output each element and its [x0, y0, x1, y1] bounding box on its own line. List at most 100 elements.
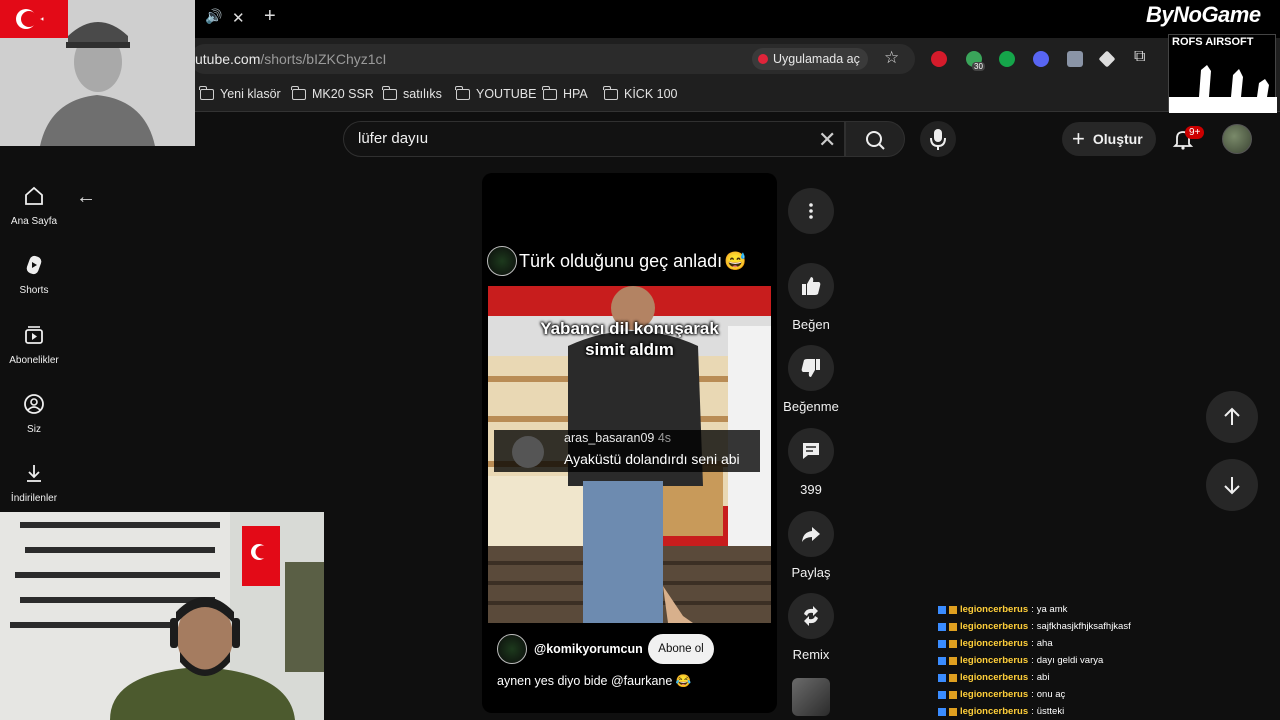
sidebar-item-home[interactable]: Ana Sayfa [0, 185, 68, 227]
dislike-button[interactable]: Beğenme [782, 345, 840, 414]
notification-badge: 9+ [1185, 126, 1205, 139]
chat-message: legioncerberus: onu aç [938, 689, 1065, 700]
search-icon [866, 131, 885, 150]
remix-button[interactable]: Remix [782, 593, 840, 662]
short-title: Türk olduğunu geç anladı [519, 250, 723, 271]
chat-message: legioncerberus: abi [938, 672, 1049, 683]
chat-message: legioncerberus: dayı geldi varya [938, 655, 1103, 666]
badge-icon [949, 622, 957, 631]
folder-icon [382, 85, 397, 100]
new-tab-button[interactable]: + [264, 5, 276, 28]
arrow-up-icon [1224, 407, 1240, 425]
badge-icon [938, 639, 946, 648]
shield-extension-icon[interactable] [1067, 51, 1083, 67]
comments-button[interactable]: 399 [782, 428, 840, 497]
voice-search-button[interactable] [920, 121, 956, 157]
share-icon [802, 527, 820, 542]
open-in-app-button[interactable]: Uygulamada aç [752, 48, 868, 70]
share-label: Paylaş [791, 565, 831, 580]
avatar[interactable] [1222, 124, 1252, 154]
comment-icon [803, 443, 819, 459]
dislike-label: Beğenme [783, 399, 839, 414]
bookmark-folder[interactable]: HPA [542, 85, 588, 101]
extension-red-icon[interactable] [931, 51, 947, 67]
sound-thumbnail[interactable] [792, 678, 830, 716]
turkish-flag-icon [0, 0, 68, 38]
youtube-app-icon [758, 54, 768, 64]
next-short-button[interactable] [1206, 459, 1258, 511]
discord-extension-icon[interactable] [1033, 51, 1049, 67]
badge-icon [938, 673, 946, 682]
folder-icon [291, 85, 306, 100]
extension-badge: 30 [972, 62, 985, 71]
shorts-icon [26, 255, 42, 275]
sponsor-logo-text: ROFS AIRSOFT [1172, 36, 1254, 48]
video-caption: Yabancı dil konuşarak simit aldım [488, 318, 771, 360]
chat-message: legioncerberus: aha [938, 638, 1053, 649]
sidebar-item-you[interactable]: Siz [0, 393, 68, 435]
badge-icon [949, 605, 957, 614]
sidebar-item-downloads[interactable]: İndirilenler [0, 462, 68, 504]
sidebar-item-label: Siz [27, 424, 41, 435]
bookmark-folder[interactable]: YOUTUBE [455, 85, 536, 101]
caption-line: simit aldım [585, 340, 674, 359]
grammarly-icon[interactable] [999, 51, 1015, 67]
badge-icon [949, 690, 957, 699]
like-button[interactable]: Beğen [782, 263, 840, 332]
thumbs-down-icon [801, 359, 820, 377]
comments-count: 399 [800, 482, 822, 497]
sidebar-item-label: Ana Sayfa [10, 216, 58, 227]
caption-line: Yabancı dil konuşarak [540, 319, 719, 338]
more-options-button[interactable] [782, 188, 840, 234]
speaker-icon[interactable]: 🔊 [205, 8, 222, 25]
search-button[interactable] [845, 121, 905, 157]
chat-message: legioncerberus: ya amk [938, 604, 1067, 615]
badge-icon [949, 707, 957, 716]
bookmark-folder[interactable]: KİCK 100 [603, 85, 678, 101]
close-tab-icon[interactable]: ✕ [232, 9, 245, 27]
bookmark-folder[interactable]: MK20 SSR [291, 85, 374, 101]
mic-icon [930, 129, 946, 150]
comment-author: aras_basaran09 4s [564, 431, 672, 445]
short-title-row: Türk olduğunu geç anladı 😅 [487, 246, 747, 276]
back-arrow-icon[interactable]: ← [76, 186, 96, 209]
channel-avatar[interactable] [497, 634, 527, 664]
previous-short-button[interactable] [1206, 391, 1258, 443]
sidebar-item-shorts[interactable]: Shorts [0, 254, 68, 296]
folder-icon [603, 85, 618, 100]
grin-sweat-emoji: 😅 [724, 250, 747, 271]
extensions-puzzle-icon[interactable]: ⧉ [1134, 48, 1145, 66]
webcam-image [0, 512, 324, 720]
badge-icon [938, 605, 946, 614]
folder-icon [542, 85, 557, 100]
sidebar-item-label: Abonelikler [9, 355, 59, 366]
folder-icon [455, 85, 470, 100]
url-text[interactable]: utube.com/shorts/bIZKChyz1cI [195, 51, 386, 67]
bookmark-folder[interactable]: Yeni klasör [199, 85, 281, 101]
like-label: Beğen [792, 317, 830, 332]
more-vert-icon [809, 203, 813, 219]
badge-icon [938, 622, 946, 631]
bookmark-folder[interactable]: satılıks [382, 85, 442, 101]
badge-icon [938, 707, 946, 716]
download-icon [27, 465, 41, 482]
user-icon [24, 394, 44, 414]
folder-icon [199, 85, 214, 100]
subscriptions-icon [25, 326, 43, 344]
arrow-down-icon [1224, 477, 1240, 495]
bookmark-star-icon[interactable]: ☆ [884, 48, 899, 68]
clear-search-icon[interactable]: ✕ [818, 127, 836, 153]
remix-label: Remix [792, 647, 830, 662]
subscribe-button[interactable]: Abone ol [648, 634, 714, 664]
channel-name[interactable]: @komikyorumcun [534, 642, 643, 656]
create-button[interactable]: + Oluştur [1062, 122, 1156, 156]
search-value[interactable]: lüfer dayıu [358, 130, 428, 147]
sidebar-item-subscriptions[interactable]: Abonelikler [0, 324, 68, 366]
channel-logo [487, 246, 517, 276]
short-description: aynen yes diyo bide @faurkane 😂 [497, 674, 692, 688]
chat-message: legioncerberus: üstteki [938, 706, 1064, 717]
share-button[interactable]: Paylaş [782, 511, 840, 580]
badge-icon [938, 656, 946, 665]
badge-icon [949, 656, 957, 665]
badge-icon [949, 639, 957, 648]
